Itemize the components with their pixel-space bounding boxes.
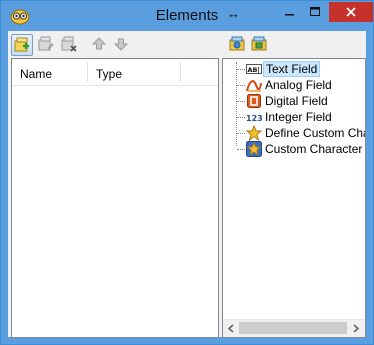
- text-field-icon: AB|: [246, 64, 262, 75]
- move-up-icon: [91, 37, 107, 50]
- minimize-icon: [285, 14, 294, 16]
- client-area: Name Type AB| Text Field Analog Field Di…: [8, 31, 366, 338]
- digital-field-icon: [247, 94, 261, 108]
- column-header-name[interactable]: Name: [20, 67, 52, 81]
- maximize-button[interactable]: [302, 2, 328, 22]
- close-icon: [346, 7, 356, 17]
- delete-element-button[interactable]: [59, 34, 79, 54]
- integer-field-icon: 123: [246, 114, 262, 123]
- scrollbar-thumb[interactable]: [239, 322, 347, 334]
- elements-window: Elements ↔ Name Type AB| Text Field Anal…: [0, 0, 374, 345]
- list-header: Name Type: [12, 59, 218, 86]
- new-element-icon: [14, 37, 29, 52]
- move-down-button[interactable]: [111, 34, 131, 54]
- field-properties-button[interactable]: [250, 34, 270, 54]
- horizontal-scrollbar[interactable]: [223, 319, 365, 337]
- scroll-left-icon[interactable]: [225, 322, 237, 335]
- field-properties-icon: [251, 36, 267, 51]
- edit-element-icon: [38, 36, 54, 51]
- custom-character-icon: [246, 141, 262, 157]
- add-field-button[interactable]: [228, 34, 248, 54]
- column-header-type[interactable]: Type: [96, 67, 122, 81]
- tree-view: AB| Text Field Analog Field Digital Fiel…: [223, 59, 365, 317]
- column-divider[interactable]: [180, 62, 181, 82]
- svg-text:123: 123: [246, 114, 262, 123]
- field-types-tree[interactable]: AB| Text Field Analog Field Digital Fiel…: [222, 58, 366, 338]
- svg-text:AB|: AB|: [248, 66, 260, 75]
- move-up-button[interactable]: [89, 34, 109, 54]
- add-field-icon: [229, 36, 245, 51]
- delete-element-icon: [61, 36, 77, 52]
- analog-field-icon: [246, 80, 262, 92]
- resize-arrows-icon: ↔: [227, 6, 240, 21]
- elements-list[interactable]: Name Type: [11, 58, 219, 338]
- move-down-icon: [113, 38, 129, 51]
- scroll-right-icon[interactable]: [350, 322, 362, 335]
- new-element-button[interactable]: [11, 34, 33, 56]
- column-divider[interactable]: [87, 62, 88, 82]
- edit-element-button[interactable]: [36, 34, 56, 54]
- define-custom-icon: [246, 125, 262, 141]
- maximize-icon: [310, 7, 320, 16]
- minimize-button[interactable]: [276, 2, 302, 22]
- close-button[interactable]: [329, 2, 373, 22]
- title-bar[interactable]: Elements ↔: [1, 1, 373, 31]
